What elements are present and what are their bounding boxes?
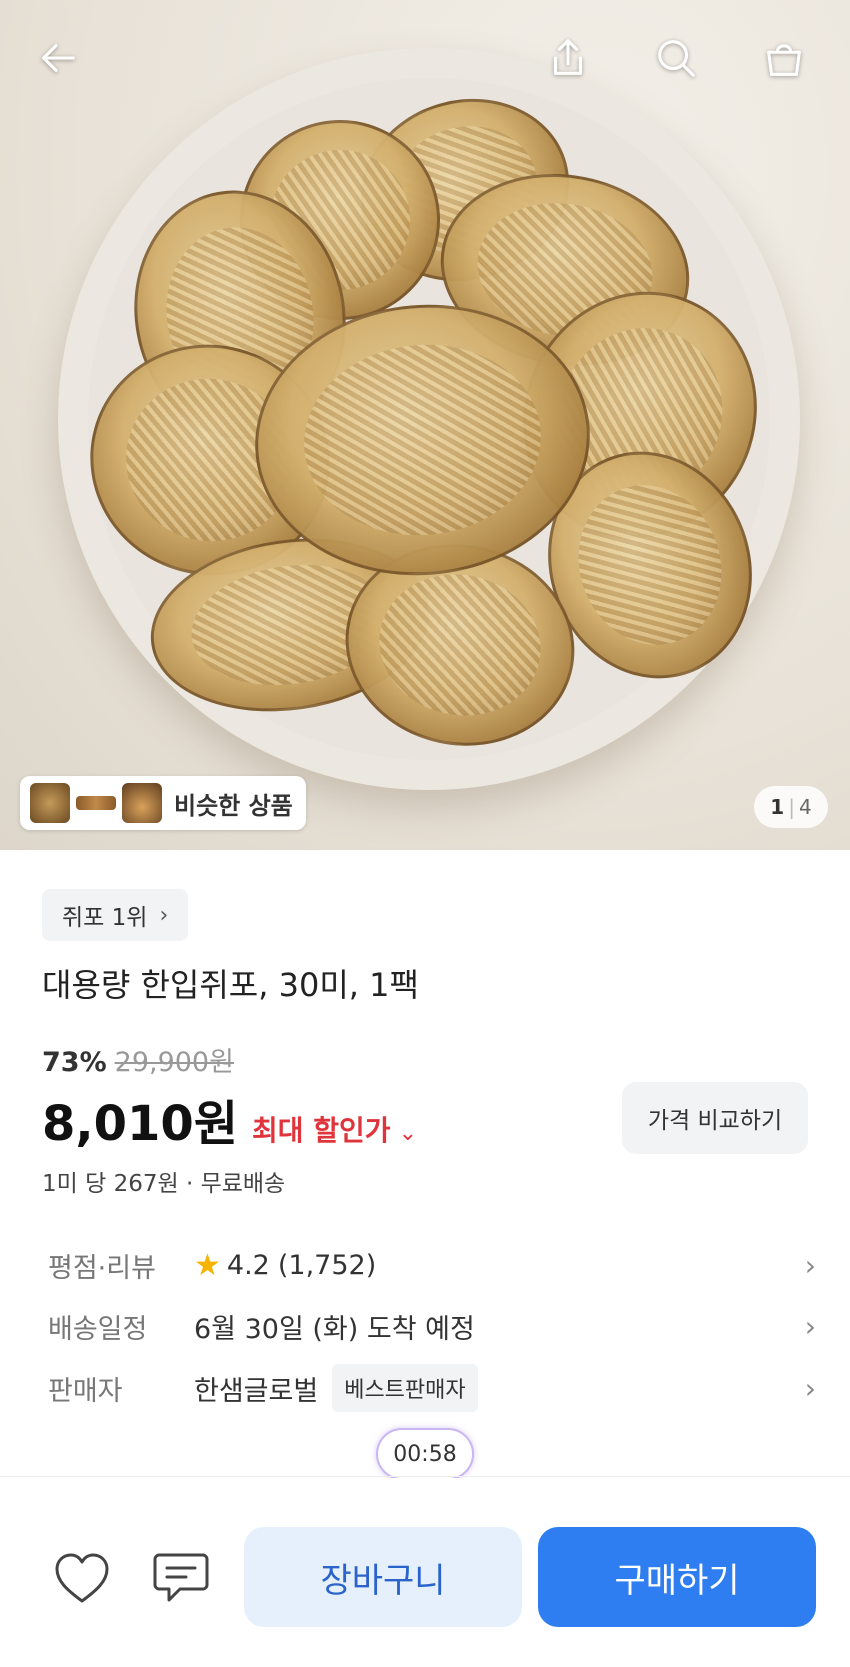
chevron-down-icon[interactable]: ⌄ (399, 1121, 417, 1146)
timer-pill: 00:58 (376, 1428, 474, 1480)
seller-value-group: 한샘글로벌 베스트판매자 (194, 1364, 478, 1412)
seller-row[interactable]: 판매자 한샘글로벌 베스트판매자 › (48, 1363, 818, 1413)
delivery-row[interactable]: 배송일정 6월 30일 (화) 도착 예정 › (48, 1301, 818, 1351)
top-bar (0, 0, 850, 120)
unit-price-shipping: 1미 당 267원 · 무료배송 (42, 1171, 286, 1197)
rating-value: 4.2 (226, 1249, 270, 1281)
share-icon[interactable] (538, 28, 598, 88)
chevron-right-icon[interactable]: › (805, 1249, 816, 1282)
add-to-cart-button[interactable]: 장바구니 (244, 1527, 522, 1627)
rating-count: (1,752) (277, 1249, 377, 1281)
price-compare-button[interactable]: 가격 비교하기 (622, 1082, 808, 1154)
max-discount-toggle[interactable]: 최대 할인가 (252, 1109, 391, 1149)
similar-thumbnail (30, 783, 70, 823)
pager-current: 1 (770, 795, 785, 819)
chevron-right-icon[interactable]: › (805, 1372, 816, 1405)
seller-name: 한샘글로벌 (194, 1375, 319, 1407)
similar-products-button[interactable]: 비슷한 상품 (20, 776, 306, 830)
search-icon[interactable] (646, 28, 706, 88)
discount-row: 73% 29,900원 (42, 1040, 234, 1079)
arrow-left-icon[interactable] (28, 28, 88, 88)
similar-thumbnail (122, 783, 162, 823)
product-title: 대용량 한입쥐포, 30미, 1팩 (42, 966, 419, 1004)
chevron-right-icon[interactable]: › (805, 1310, 816, 1343)
rating-key: 평점·리뷰 (48, 1252, 156, 1284)
rating-value-group: ★ 4.2 (1,752) (194, 1248, 376, 1283)
image-pager: 1 | 4 (754, 786, 828, 828)
rank-label: 쥐포 1위 (62, 905, 148, 931)
discount-rate: 73% (42, 1047, 107, 1078)
divider (0, 1476, 850, 1477)
seller-badge: 베스트판매자 (332, 1364, 478, 1412)
chevron-right-icon: › (159, 902, 169, 928)
pager-separator: | (788, 795, 795, 819)
shopping-bag-icon[interactable] (754, 28, 814, 88)
category-rank-link[interactable]: 쥐포 1위 › (42, 889, 189, 941)
delivery-key: 배송일정 (48, 1313, 148, 1345)
product-image[interactable]: 비슷한 상품 1 | 4 (0, 0, 850, 850)
seller-key: 판매자 (48, 1375, 123, 1407)
heart-icon[interactable] (52, 1550, 112, 1606)
sale-price: 8,010원 (42, 1096, 238, 1152)
pager-total: 4 (798, 795, 812, 819)
star-icon: ★ (194, 1247, 221, 1283)
similar-products-label: 비슷한 상품 (174, 791, 293, 820)
rating-row[interactable]: 평점·리뷰 ★ 4.2 (1,752) › (48, 1240, 818, 1290)
buy-now-button[interactable]: 구매하기 (538, 1527, 816, 1627)
price-row: 8,010원 최대 할인가 ⌄ (42, 1084, 417, 1154)
similar-thumbnail (76, 796, 116, 810)
chat-icon[interactable] (150, 1548, 212, 1608)
original-price: 29,900원 (114, 1047, 234, 1078)
delivery-value: 6월 30일 (화) 도착 예정 (194, 1313, 475, 1345)
